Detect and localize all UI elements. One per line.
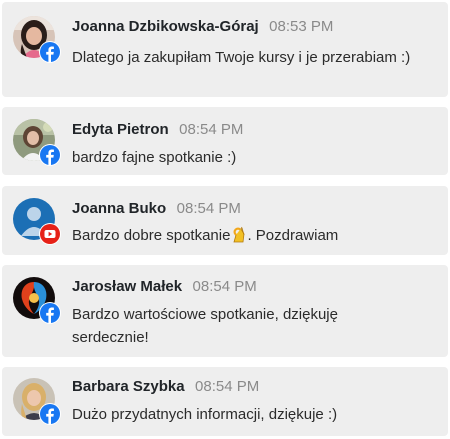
facebook-icon (39, 41, 61, 63)
comment-time: 08:54 PM (192, 278, 257, 295)
comment-text: Bardzo wartościowe spotkanie, dziękuję s… (72, 306, 338, 346)
comment-header: Jarosław Małek 08:54 PM (72, 278, 257, 296)
comment-text: Dużo przydatnych informacji, dziękuje :) (72, 406, 338, 423)
ok-hand-emoji-icon (231, 226, 246, 243)
comment-time: 08:53 PM (269, 18, 334, 35)
comment-card: Joanna Buko 08:54 PM Bardzo dobre spotka… (2, 186, 448, 255)
avatar (13, 378, 61, 425)
facebook-icon (39, 144, 61, 166)
comment-card: Edyta Pietron 08:54 PM bardzo fajne spot… (2, 107, 448, 175)
comment-time: 08:54 PM (176, 200, 241, 217)
comment-text-part: . Pozdrawiam (247, 227, 339, 244)
comment-header: Joanna Dzbikowska-Góraj 08:53 PM (72, 18, 333, 36)
comment-card: Jarosław Małek 08:54 PM Bardzo wartościo… (2, 265, 448, 357)
comment-feed: Joanna Dzbikowska-Góraj 08:53 PM Dlatego… (0, 0, 450, 439)
author-name: Edyta Pietron (72, 121, 169, 138)
author-name: Barbara Szybka (72, 378, 185, 395)
comment-time: 08:54 PM (195, 378, 260, 395)
avatar (13, 277, 61, 324)
facebook-icon (39, 302, 61, 324)
comment-card: Joanna Dzbikowska-Góraj 08:53 PM Dlatego… (2, 2, 448, 97)
author-name: Jarosław Małek (72, 278, 183, 295)
comment-text: Bardzo dobre spotkanie . Pozdrawiam (72, 224, 417, 247)
comment-text-part: Bardzo dobre spotkanie (72, 227, 231, 244)
facebook-icon (39, 403, 61, 425)
comment-time: 08:54 PM (179, 121, 244, 138)
comment-header: Joanna Buko 08:54 PM (72, 200, 241, 218)
author-name: Joanna Buko (72, 200, 167, 217)
youtube-icon (39, 223, 61, 245)
author-name: Joanna Dzbikowska-Góraj (72, 18, 259, 35)
comment-text: bardzo fajne spotkanie :) (72, 149, 237, 166)
comment-header: Edyta Pietron 08:54 PM (72, 121, 243, 139)
avatar (13, 16, 61, 63)
avatar (13, 198, 61, 245)
comment-header: Barbara Szybka 08:54 PM (72, 378, 259, 396)
avatar (13, 119, 61, 166)
comment-text: Dlatego ja zakupiłam Twoje kursy i je pr… (72, 49, 411, 66)
comment-card: Barbara Szybka 08:54 PM Dużo przydatnych… (2, 367, 448, 436)
